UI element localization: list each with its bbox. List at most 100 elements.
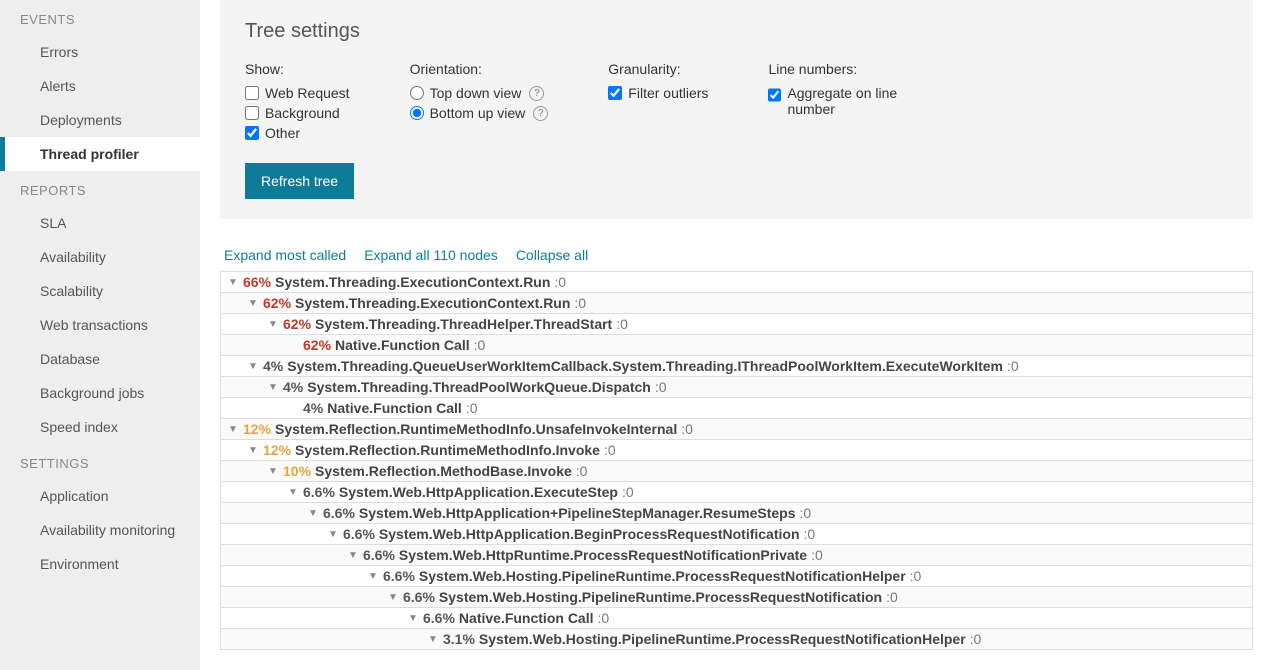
help-icon[interactable]: ? (533, 106, 548, 121)
show-web-request[interactable]: Web Request (245, 83, 350, 103)
granularity-column: Granularity: Filter outliers (608, 61, 708, 143)
tree-toggle-icon[interactable]: ▼ (247, 445, 259, 456)
tree-toggle-icon[interactable]: ▼ (247, 298, 259, 309)
show-other[interactable]: Other (245, 123, 350, 143)
sidebar-item[interactable]: Deployments (0, 103, 200, 137)
orientation-bottom-up[interactable]: Bottom up view ? (410, 103, 549, 123)
tree-toggle-icon[interactable]: ▼ (267, 319, 279, 330)
main-content: Tree settings Show: Web Request Backgrou… (200, 0, 1273, 670)
expand-all-link[interactable]: Expand all 110 nodes (364, 247, 498, 263)
tree-row[interactable]: ▼6.6% System.Web.HttpApplication.BeginPr… (220, 524, 1253, 545)
tree-row[interactable]: ▼12% System.Reflection.RuntimeMethodInfo… (220, 440, 1253, 461)
tree-toggle-icon[interactable]: ▼ (267, 466, 279, 477)
tree-method-name: System.Reflection.RuntimeMethodInfo.Invo… (295, 442, 600, 458)
checkbox-background[interactable] (245, 106, 259, 120)
sidebar-item[interactable]: Speed index (0, 410, 200, 444)
tree-row[interactable]: ▼6.6% System.Web.HttpRuntime.ProcessRequ… (220, 545, 1253, 566)
sidebar-item[interactable]: Thread profiler (0, 137, 200, 171)
tree-line-number: :0 (655, 379, 667, 395)
tree-toggle-icon[interactable]: ▼ (347, 550, 359, 561)
sidebar-item[interactable]: Availability monitoring (0, 513, 200, 547)
tree-toggle-icon[interactable]: ▼ (227, 424, 239, 435)
tree-method-name: System.Web.HttpApplication+PipelineStepM… (359, 505, 796, 521)
sidebar-item[interactable]: Environment (0, 547, 200, 581)
tree-row[interactable]: ▼3.1% System.Web.Hosting.PipelineRuntime… (220, 629, 1253, 650)
tree-method-name: System.Web.HttpApplication.BeginProcessR… (379, 526, 800, 542)
refresh-tree-button[interactable]: Refresh tree (245, 163, 354, 199)
radio-bottom-up[interactable] (410, 106, 424, 120)
orientation-top-down[interactable]: Top down view ? (410, 83, 549, 103)
radio-top-down[interactable] (410, 86, 424, 100)
tree-toggle-icon[interactable]: ▼ (387, 592, 399, 603)
tree-toggle-icon[interactable]: ▼ (307, 508, 319, 519)
checkbox-other[interactable] (245, 126, 259, 140)
tree-toggle-icon[interactable]: ▼ (367, 571, 379, 582)
tree-toggle-icon[interactable]: ▼ (267, 382, 279, 393)
tree-row[interactable]: ▼6.6% Native.Function Call :0 (220, 608, 1253, 629)
tree-row[interactable]: ▼12% System.Reflection.RuntimeMethodInfo… (220, 419, 1253, 440)
tree-method-name: System.Web.Hosting.PipelineRuntime.Proce… (439, 589, 882, 605)
tree-method-name: System.Threading.QueueUserWorkItemCallba… (287, 358, 1003, 374)
tree-row[interactable]: ▼ 6.6% System.Web.HttpApplication+Pipelin… (220, 503, 1253, 524)
call-tree: ▼66% System.Threading.ExecutionContext.R… (220, 271, 1253, 650)
expand-most-called-link[interactable]: Expand most called (224, 247, 346, 263)
tree-line-number: :0 (811, 547, 823, 563)
tree-toggle-icon[interactable]: ▼ (327, 529, 339, 540)
tree-line-number: :0 (554, 274, 566, 290)
sidebar-item[interactable]: Database (0, 342, 200, 376)
line-numbers-aggregate[interactable]: Aggregate on line number (768, 83, 928, 119)
tree-percentage: 62% (303, 337, 331, 353)
sidebar-item[interactable]: Alerts (0, 69, 200, 103)
orientation-column: Orientation: Top down view ? Bottom up v… (410, 61, 549, 143)
sidebar-item[interactable]: Application (0, 479, 200, 513)
tree-line-number: :0 (598, 610, 610, 626)
tree-percentage: 6.6% (383, 568, 415, 584)
tree-line-number: :0 (886, 589, 898, 605)
checkbox-label: Other (265, 125, 300, 141)
tree-toggle-icon[interactable]: ▼ (227, 277, 239, 288)
tree-row[interactable]: ▼62% System.Threading.ThreadHelper.Threa… (220, 314, 1253, 335)
sidebar-section-title: EVENTS (0, 0, 200, 35)
sidebar-item[interactable]: SLA (0, 206, 200, 240)
tree-percentage: 4% (303, 400, 323, 416)
tree-row[interactable]: ▼62% System.Threading.ExecutionContext.R… (220, 293, 1253, 314)
radio-label: Bottom up view (430, 105, 526, 121)
collapse-all-link[interactable]: Collapse all (516, 247, 588, 263)
tree-method-name: Native.Function Call (327, 400, 462, 416)
sidebar-item[interactable]: Background jobs (0, 376, 200, 410)
tree-row[interactable]: ▼6.6% System.Web.Hosting.PipelineRuntime… (220, 566, 1253, 587)
tree-row[interactable]: ▼4% System.Threading.ThreadPoolWorkQueue… (220, 377, 1253, 398)
granularity-filter-outliers[interactable]: Filter outliers (608, 83, 708, 103)
tree-row[interactable]: 62% Native.Function Call :0 (220, 335, 1253, 356)
tree-row[interactable]: ▼ 4% System.Threading.QueueUserWorkItemCa… (220, 356, 1253, 377)
tree-row[interactable]: ▼6.6% System.Web.HttpApplication.Execute… (220, 482, 1253, 503)
show-background[interactable]: Background (245, 103, 350, 123)
tree-percentage: 6.6% (323, 505, 355, 521)
tree-row[interactable]: 4% Native.Function Call :0 (220, 398, 1253, 419)
sidebar-item[interactable]: Web transactions (0, 308, 200, 342)
sidebar-item[interactable]: Errors (0, 35, 200, 69)
panel-title: Tree settings (245, 20, 1228, 43)
tree-line-number: :0 (910, 568, 922, 584)
tree-line-number: :0 (576, 463, 588, 479)
help-icon[interactable]: ? (529, 86, 544, 101)
tree-row[interactable]: ▼6.6% System.Web.Hosting.PipelineRuntime… (220, 587, 1253, 608)
tree-percentage: 4% (263, 358, 283, 374)
checkbox-filter-outliers[interactable] (608, 86, 622, 100)
tree-actions: Expand most called Expand all 110 nodes … (220, 239, 1253, 271)
tree-line-number: :0 (800, 505, 812, 521)
sidebar-item[interactable]: Scalability (0, 274, 200, 308)
tree-line-number: :0 (574, 295, 586, 311)
tree-row[interactable]: ▼10% System.Reflection.MethodBase.Invoke… (220, 461, 1253, 482)
sidebar-section-title: REPORTS (0, 171, 200, 206)
tree-settings-panel: Tree settings Show: Web Request Backgrou… (220, 0, 1253, 219)
tree-toggle-icon[interactable]: ▼ (427, 634, 439, 645)
sidebar-item[interactable]: Availability (0, 240, 200, 274)
checkbox-aggregate[interactable] (768, 88, 781, 102)
tree-toggle-icon[interactable]: ▼ (407, 613, 419, 624)
tree-toggle-icon[interactable]: ▼ (287, 487, 299, 498)
tree-percentage: 6.6% (423, 610, 455, 626)
checkbox-web-request[interactable] (245, 86, 259, 100)
tree-toggle-icon[interactable]: ▼ (247, 361, 259, 372)
tree-row[interactable]: ▼66% System.Threading.ExecutionContext.R… (220, 271, 1253, 293)
